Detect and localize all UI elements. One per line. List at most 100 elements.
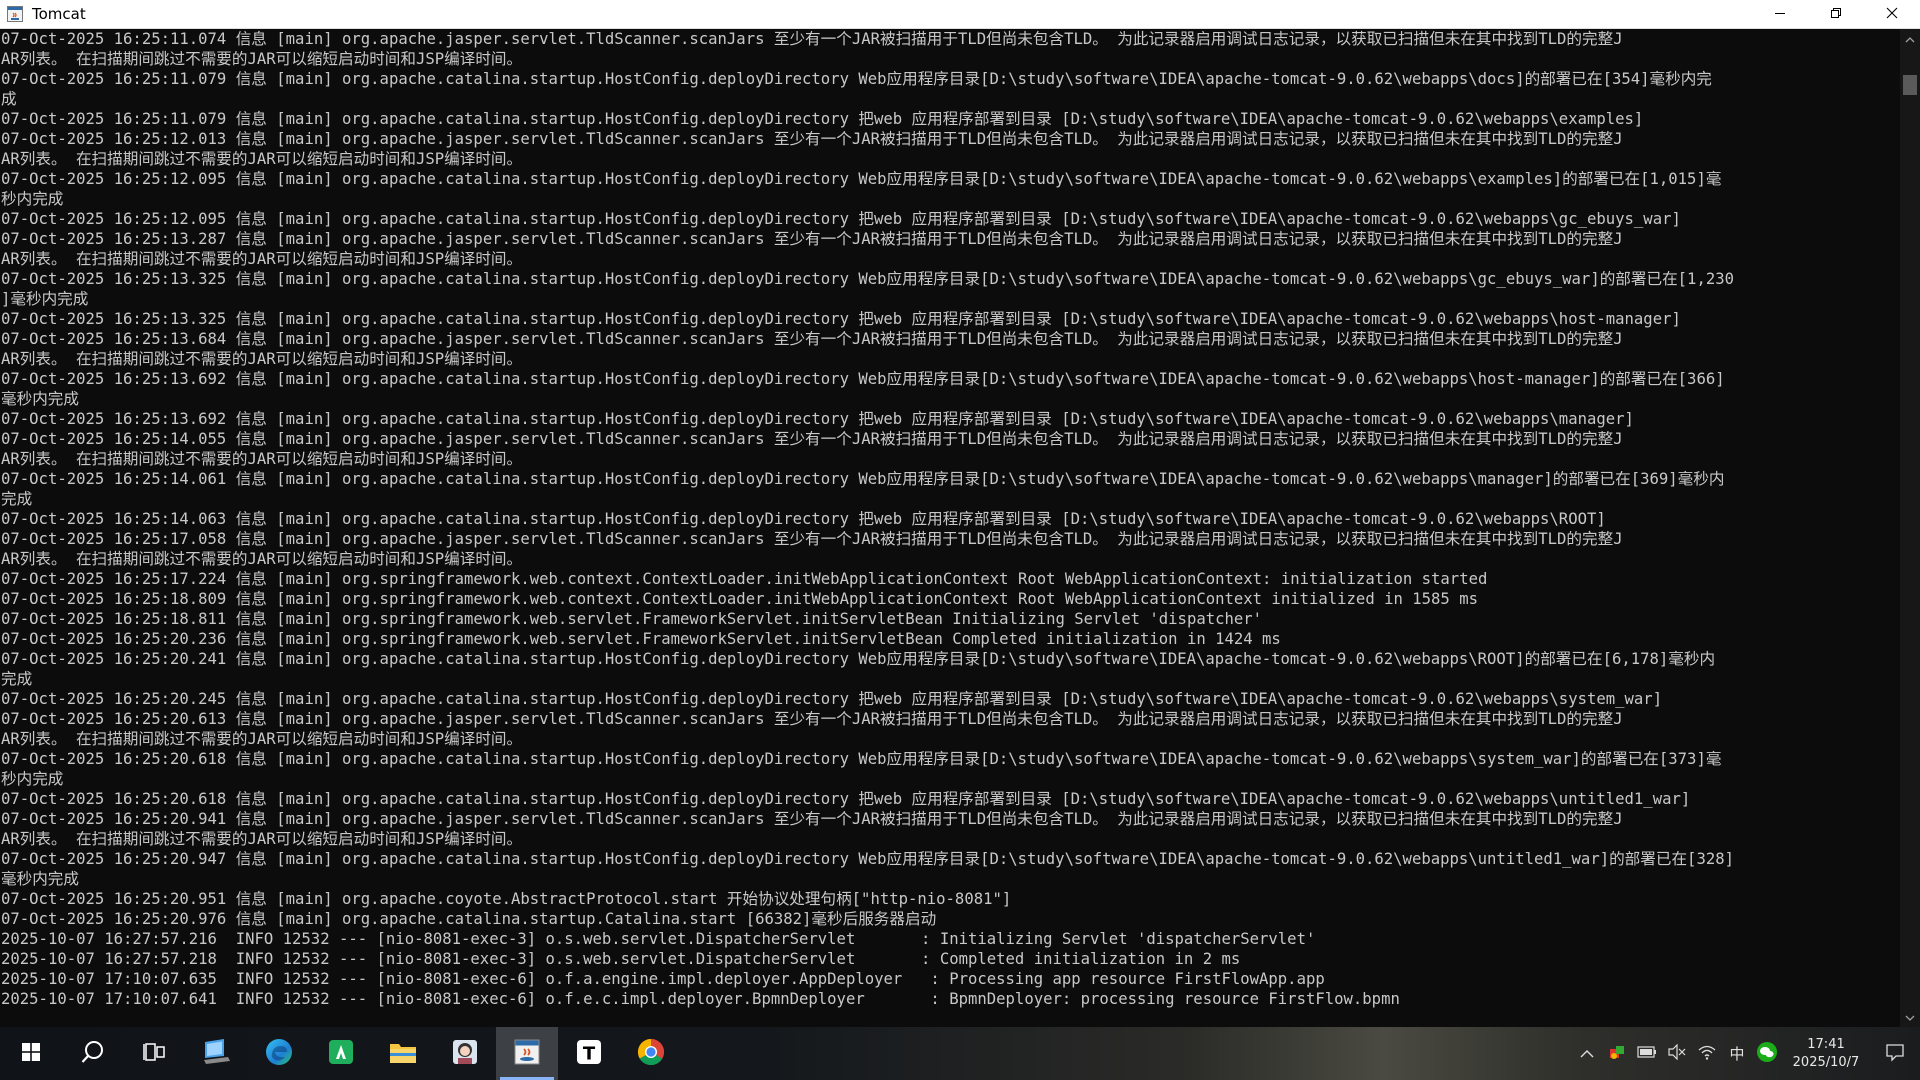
console-lines: 07-Oct-2025 16:25:11.074 信息 [main] org.a… xyxy=(0,29,1900,1009)
console-line: AR列表。 在扫描期间跳过不需要的JAR可以缩短启动时间和JSP编译时间。 xyxy=(1,830,523,848)
console-line: 07-Oct-2025 16:25:11.074 信息 [main] org.a… xyxy=(1,30,1623,48)
typora-icon: T xyxy=(574,1037,604,1071)
taskbar-app-typora[interactable]: T xyxy=(558,1027,620,1080)
console-output[interactable]: 07-Oct-2025 16:25:11.074 信息 [main] org.a… xyxy=(0,29,1900,1027)
close-icon xyxy=(1886,7,1898,23)
restore-icon xyxy=(1830,7,1842,23)
tray-network[interactable] xyxy=(1692,1027,1722,1080)
clock-time: 17:41 xyxy=(1807,1036,1845,1052)
console-line: 07-Oct-2025 16:25:13.692 信息 [main] org.a… xyxy=(1,370,1725,388)
close-button[interactable] xyxy=(1864,0,1920,29)
wechat-icon xyxy=(1756,1041,1778,1067)
computer-icon xyxy=(202,1038,232,1070)
minimize-button[interactable] xyxy=(1752,0,1808,29)
console-line: AR列表。 在扫描期间跳过不需要的JAR可以缩短启动时间和JSP编译时间。 xyxy=(1,730,523,748)
java-console-icon xyxy=(6,5,24,23)
taskbar-app-file-explorer[interactable] xyxy=(372,1027,434,1080)
scroll-up-button[interactable] xyxy=(1900,29,1920,49)
start-button[interactable] xyxy=(0,1027,62,1080)
tray-volume[interactable] xyxy=(1662,1027,1692,1080)
console-line: 07-Oct-2025 16:25:20.618 信息 [main] org.a… xyxy=(1,750,1722,768)
console-line: AR列表。 在扫描期间跳过不需要的JAR可以缩短启动时间和JSP编译时间。 xyxy=(1,450,523,468)
restore-button[interactable] xyxy=(1808,0,1864,29)
taskbar-app-computer[interactable] xyxy=(186,1027,248,1080)
console-line: AR列表。 在扫描期间跳过不需要的JAR可以缩短启动时间和JSP编译时间。 xyxy=(1,350,523,368)
console-line: 07-Oct-2025 16:25:20.976 信息 [main] org.a… xyxy=(1,910,937,928)
console-line: AR列表。 在扫描期间跳过不需要的JAR可以缩短启动时间和JSP编译时间。 xyxy=(1,150,523,168)
chevron-up-icon xyxy=(1580,1046,1594,1062)
console-line: 2025-10-07 17:10:07.641 INFO 12532 --- [… xyxy=(1,990,1400,1008)
console-line: 07-Oct-2025 16:25:14.055 信息 [main] org.a… xyxy=(1,430,1623,448)
vertical-scrollbar[interactable] xyxy=(1900,29,1920,1027)
window-titlebar[interactable]: Tomcat xyxy=(0,0,1920,29)
console-line: 07-Oct-2025 16:25:14.063 信息 [main] org.a… xyxy=(1,510,1606,528)
green-app-icon xyxy=(326,1037,356,1071)
console-line: 2025-10-07 16:27:57.218 INFO 12532 --- [… xyxy=(1,950,1241,968)
console-line: 07-Oct-2025 16:25:17.224 信息 [main] org.s… xyxy=(1,570,1488,588)
scroll-down-button[interactable] xyxy=(1900,1007,1920,1027)
window-controls xyxy=(1752,0,1920,29)
console-line: ]毫秒内完成 xyxy=(1,290,89,308)
battery-icon xyxy=(1637,1045,1657,1062)
console-line: 2025-10-07 16:27:57.216 INFO 12532 --- [… xyxy=(1,930,1316,948)
console-line: 07-Oct-2025 16:25:14.061 信息 [main] org.a… xyxy=(1,470,1725,488)
taskbar-app-chrome[interactable] xyxy=(620,1027,682,1080)
console-line: AR列表。 在扫描期间跳过不需要的JAR可以缩短启动时间和JSP编译时间。 xyxy=(1,550,523,568)
console-line: AR列表。 在扫描期间跳过不需要的JAR可以缩短启动时间和JSP编译时间。 xyxy=(1,250,523,268)
console-line: 07-Oct-2025 16:25:18.811 信息 [main] org.s… xyxy=(1,610,1263,628)
console-line: 秒内完成 xyxy=(1,770,64,788)
edge-browser-icon xyxy=(263,1036,295,1072)
scroll-down-arrow-icon xyxy=(1905,1011,1915,1024)
window-title: Tomcat xyxy=(32,5,86,23)
start-windows-icon xyxy=(21,1042,41,1066)
taskbar-app-green[interactable] xyxy=(310,1027,372,1080)
notification-button[interactable] xyxy=(1870,1027,1920,1080)
tray-overflow-button[interactable] xyxy=(1572,1027,1602,1080)
console-line: 07-Oct-2025 16:25:20.613 信息 [main] org.a… xyxy=(1,710,1623,728)
task-view-icon xyxy=(143,1041,167,1067)
console-line: 07-Oct-2025 16:25:11.079 信息 [main] org.a… xyxy=(1,70,1712,88)
tray-ime[interactable]: 中 xyxy=(1722,1027,1752,1080)
network-icon xyxy=(1698,1044,1716,1064)
typora-letter: T xyxy=(583,1043,596,1064)
console-line: 完成 xyxy=(1,670,33,688)
taskbar-app-edge[interactable] xyxy=(248,1027,310,1080)
minimize-icon xyxy=(1774,7,1786,23)
console-line: 07-Oct-2025 16:25:12.095 信息 [main] org.a… xyxy=(1,170,1722,188)
console-line: 2025-10-07 17:10:07.635 INFO 12532 --- [… xyxy=(1,970,1325,988)
console-line: 07-Oct-2025 16:25:12.095 信息 [main] org.a… xyxy=(1,210,1681,228)
taskbar-app-avatar[interactable] xyxy=(434,1027,496,1080)
console-line: 07-Oct-2025 16:25:20.941 信息 [main] org.a… xyxy=(1,810,1623,828)
console-line: 秒内完成 xyxy=(1,190,64,208)
system-tray: 中 17:41 2025/10/7 xyxy=(1572,1027,1920,1080)
console-line: AR列表。 在扫描期间跳过不需要的JAR可以缩短启动时间和JSP编译时间。 xyxy=(1,50,523,68)
tray-security[interactable] xyxy=(1602,1027,1632,1080)
console-line: 毫秒内完成 xyxy=(1,870,79,888)
volume-muted-icon xyxy=(1668,1043,1686,1064)
console-line: 07-Oct-2025 16:25:18.809 信息 [main] org.s… xyxy=(1,590,1478,608)
taskbar: T 中 17:41 2025/10/7 xyxy=(0,1027,1920,1080)
scroll-up-arrow-icon xyxy=(1905,33,1915,46)
console-line: 07-Oct-2025 16:25:17.058 信息 [main] org.a… xyxy=(1,530,1623,548)
tray-wechat[interactable] xyxy=(1752,1027,1782,1080)
task-view-button[interactable] xyxy=(124,1027,186,1080)
console-line: 07-Oct-2025 16:25:13.692 信息 [main] org.a… xyxy=(1,410,1634,428)
console-line: 07-Oct-2025 16:25:20.241 信息 [main] org.a… xyxy=(1,650,1716,668)
console-line: 毫秒内完成 xyxy=(1,390,79,408)
console-line: 07-Oct-2025 16:25:11.079 信息 [main] org.a… xyxy=(1,110,1644,128)
console-line: 07-Oct-2025 16:25:13.684 信息 [main] org.a… xyxy=(1,330,1623,348)
tray-clock[interactable]: 17:41 2025/10/7 xyxy=(1782,1027,1870,1080)
clock-date: 2025/10/7 xyxy=(1792,1054,1860,1070)
file-explorer-icon xyxy=(388,1039,418,1069)
console-line: 07-Oct-2025 16:25:20.245 信息 [main] org.a… xyxy=(1,690,1663,708)
tray-battery[interactable] xyxy=(1632,1027,1662,1080)
scroll-thumb[interactable] xyxy=(1903,75,1917,95)
java-console-icon xyxy=(512,1037,542,1071)
taskbar-app-java-console[interactable] xyxy=(496,1027,558,1080)
notification-icon xyxy=(1885,1042,1905,1066)
search-icon xyxy=(80,1039,106,1069)
console-line: 07-Oct-2025 16:25:13.325 信息 [main] org.a… xyxy=(1,310,1681,328)
security-icon xyxy=(1608,1043,1626,1065)
console-line: 07-Oct-2025 16:25:12.013 信息 [main] org.a… xyxy=(1,130,1623,148)
taskbar-search-button[interactable] xyxy=(62,1027,124,1080)
